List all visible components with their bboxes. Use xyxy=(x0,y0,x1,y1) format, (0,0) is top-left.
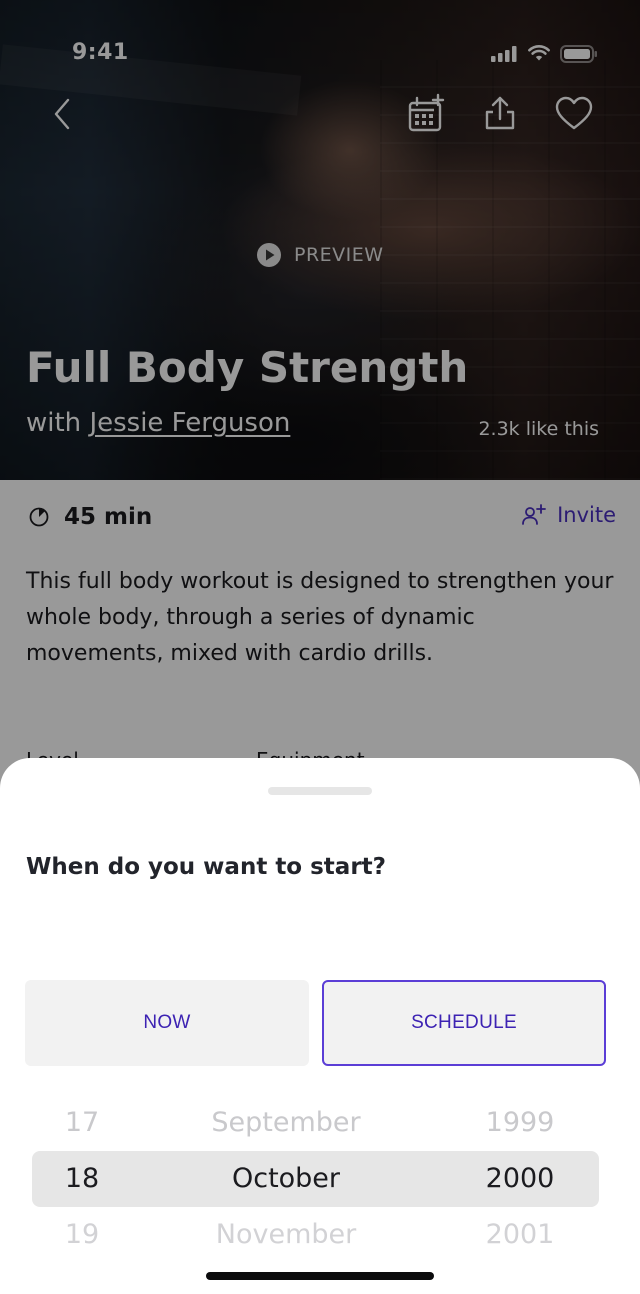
schedule-button[interactable]: SCHEDULE xyxy=(322,980,606,1066)
picker-row-next[interactable]: 19 November 2001 xyxy=(0,1207,640,1263)
sheet-grabber[interactable] xyxy=(268,787,372,795)
picker-year: 2001 xyxy=(485,1219,555,1250)
sheet-title: When do you want to start? xyxy=(26,854,387,880)
picker-row-selected[interactable]: 18 October 2000 xyxy=(0,1151,640,1207)
picker-month: November xyxy=(215,1219,357,1250)
picker-day: 18 xyxy=(64,1163,100,1194)
start-time-sheet: When do you want to start? NOW SCHEDULE … xyxy=(0,758,640,1294)
picker-month: September xyxy=(211,1107,361,1138)
picker-row-prev[interactable]: 17 September 1999 xyxy=(0,1095,640,1151)
home-indicator xyxy=(206,1272,434,1280)
date-picker[interactable]: 17 September 1999 18 October 2000 19 Nov… xyxy=(0,1094,640,1264)
picker-year: 1999 xyxy=(485,1107,555,1138)
picker-day: 19 xyxy=(64,1219,100,1250)
picker-year: 2000 xyxy=(485,1163,555,1194)
now-button[interactable]: NOW xyxy=(25,980,309,1066)
picker-month: October xyxy=(231,1163,341,1194)
picker-day: 17 xyxy=(64,1107,100,1138)
